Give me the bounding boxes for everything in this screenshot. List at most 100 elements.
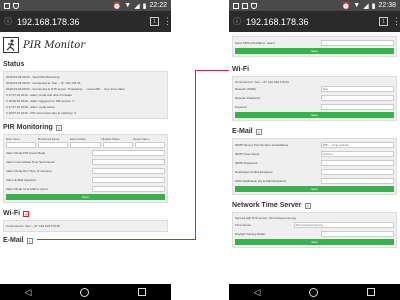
field-input[interactable] <box>91 158 165 165</box>
android-nav-bar: ◁ <box>0 284 171 300</box>
wifi-panel: Connected to: Sun -- IP: 192.168.178.36 … <box>232 76 397 121</box>
android-nav-bar: ◁ <box>229 284 400 300</box>
tab-switcher-button[interactable]: 1 <box>150 17 159 26</box>
connector-line-vertical <box>195 70 196 240</box>
form-row: Daylight Saving Shifter <box>235 230 394 237</box>
app-title: PIR Monitor <box>23 39 86 51</box>
save-button[interactable]: Save <box>235 48 394 54</box>
form-row: Send SMS with Mail to: select <box>235 39 394 46</box>
field-label: Alarm Mode PIR Count Mode <box>6 150 46 155</box>
wifi-summary: Connected to: Sun -- IP: 192.168.178.36 <box>3 220 168 232</box>
photo-icon <box>4 2 10 9</box>
photo-icon <box>233 2 239 9</box>
pir-heading-label: PIR Monitoring <box>3 124 53 131</box>
info-button[interactable]: ? <box>304 202 311 209</box>
url-field[interactable]: 192.168.178.36 <box>17 17 146 27</box>
field-input[interactable] <box>91 176 165 183</box>
browser-toolbar: ⓘ 192.168.178.36 1 ⋮ <box>229 11 400 32</box>
smtp-user-field[interactable]: boomer <box>320 150 394 157</box>
field-select[interactable] <box>320 39 394 46</box>
field-label: Notification E-Mail Recipient <box>235 169 273 174</box>
back-icon[interactable]: ◁ <box>254 287 261 297</box>
info-icon[interactable]: ⓘ <box>4 17 13 26</box>
ssid-field[interactable]: Sun <box>320 85 394 92</box>
recent-apps-icon[interactable] <box>138 288 147 296</box>
email-heading-label: E-Mail <box>232 128 253 135</box>
overflow-menu-icon[interactable]: ⋮ <box>392 17 400 26</box>
pir-heading: PIR Monitoring ? <box>3 124 168 131</box>
info-button[interactable]: + <box>23 210 30 217</box>
form-row: SMTP User Name boomer <box>235 150 394 157</box>
email-panel: SMTP Server Port Number and Address 465 … <box>232 138 397 195</box>
select[interactable] <box>38 142 69 148</box>
form-row: Alarm Mode Run Time (3 minutes) <box>6 167 165 174</box>
field-input[interactable] <box>91 185 165 192</box>
keyword-field[interactable] <box>320 103 394 110</box>
form-row: SMS Notification (by E-Mail Recipient) <box>235 177 394 184</box>
form-row: Keyword <box>235 103 394 110</box>
save-button[interactable]: Save <box>6 194 165 200</box>
form-row: Notification E-Mail Recipient <box>235 168 394 175</box>
right-phone-screen: ⏰ ▼ ◢ ▮ 22:38 ⓘ 192.168.178.36 1 ⋮ Send … <box>229 0 400 300</box>
info-button[interactable]: ? <box>255 128 262 135</box>
field-label: SMS Notification (by E-Mail Recipient) <box>235 178 286 183</box>
info-button[interactable]: ? <box>26 237 33 244</box>
shield-icon <box>13 2 19 9</box>
sms-panel: Send SMS with Mail to: select Save <box>232 36 397 57</box>
alarm-icon: ⏰ <box>112 2 122 10</box>
select[interactable] <box>134 142 166 148</box>
password-field[interactable] <box>320 94 394 101</box>
field-input[interactable] <box>91 149 165 156</box>
save-button[interactable]: Save <box>235 186 394 192</box>
page-content: PIR Monitor Status 2019-03-09 00:00 - St… <box>0 32 171 284</box>
wifi-heading-label: Wi-Fi <box>3 210 21 217</box>
form-row: Time Server fritz.box/pool.ntp.org <box>235 221 394 228</box>
select[interactable] <box>70 142 101 148</box>
select[interactable] <box>6 142 37 148</box>
url-field[interactable]: 192.168.178.36 <box>246 17 375 27</box>
form-row: Alarm Count Mode Time Set Interval <box>6 158 165 165</box>
dst-select[interactable] <box>320 230 394 237</box>
nts-panel: Synced with NTP server: fritz.box/pool.n… <box>232 212 397 248</box>
left-phone-screen: ⏰ ▼ ◢ ▮ 22:22 ⓘ 192.168.178.36 1 ⋮ PIR M… <box>0 0 171 300</box>
sms-recipient-field[interactable] <box>320 177 394 184</box>
field-input[interactable] <box>91 167 165 174</box>
back-icon[interactable]: ◁ <box>25 287 32 297</box>
wifi-heading: Wi-Fi <box>232 66 397 73</box>
info-icon[interactable]: ⓘ <box>233 17 242 26</box>
overflow-menu-icon[interactable]: ⋮ <box>163 17 171 26</box>
app-header: PIR Monitor <box>3 34 168 56</box>
form-row: SMTP Password <box>235 159 394 166</box>
connector-line-horizontal-bottom <box>37 239 195 240</box>
nts-heading-label: Network Time Server <box>232 202 302 209</box>
select[interactable] <box>102 142 133 148</box>
wifi-heading-label: Wi-Fi <box>232 66 250 73</box>
status-bar: ⏰ ▼ ◢ ▮ 22:22 <box>0 0 171 11</box>
recipient-field[interactable] <box>320 168 394 175</box>
form-row: Alarm Mode PIR Count Mode <box>6 149 165 156</box>
field-label: Send SMS with Mail to: select <box>235 40 275 45</box>
home-icon[interactable] <box>80 287 90 297</box>
field-label: SMTP Password <box>235 160 258 165</box>
wifi-connected-text: Connected to: Sun -- IP: 192.168.178.36 <box>6 224 60 228</box>
wifi-icon: ▼ <box>353 2 361 9</box>
wifi-heading: Wi-Fi + <box>3 210 168 217</box>
smtp-server-field[interactable]: 465 ... smtp.web.de <box>320 141 394 148</box>
tab-switcher-button[interactable]: 1 <box>379 17 388 26</box>
field-label: Daylight Saving Shifter <box>235 231 266 236</box>
recent-apps-icon[interactable] <box>367 288 376 296</box>
field-label: Alarm Mode for E-Mail to report <box>6 186 48 191</box>
field-label: Keyword <box>235 104 247 109</box>
shield-icon <box>251 2 257 9</box>
gallery-icon <box>242 2 248 9</box>
home-icon[interactable] <box>309 287 319 297</box>
signal-icon: ◢ <box>363 2 369 10</box>
connector-line-horizontal-top <box>195 70 229 71</box>
field-label: Alarm Mode Run Time (3 minutes) <box>6 168 52 173</box>
time-server-field[interactable]: fritz.box/pool.ntp.org <box>293 221 394 228</box>
page-content: Send SMS with Mail to: select Save Wi-Fi… <box>229 32 400 284</box>
save-button[interactable]: Save <box>235 239 394 245</box>
info-button[interactable]: ? <box>55 124 62 131</box>
smtp-password-field[interactable] <box>320 159 394 166</box>
save-button[interactable]: Save <box>235 112 394 118</box>
